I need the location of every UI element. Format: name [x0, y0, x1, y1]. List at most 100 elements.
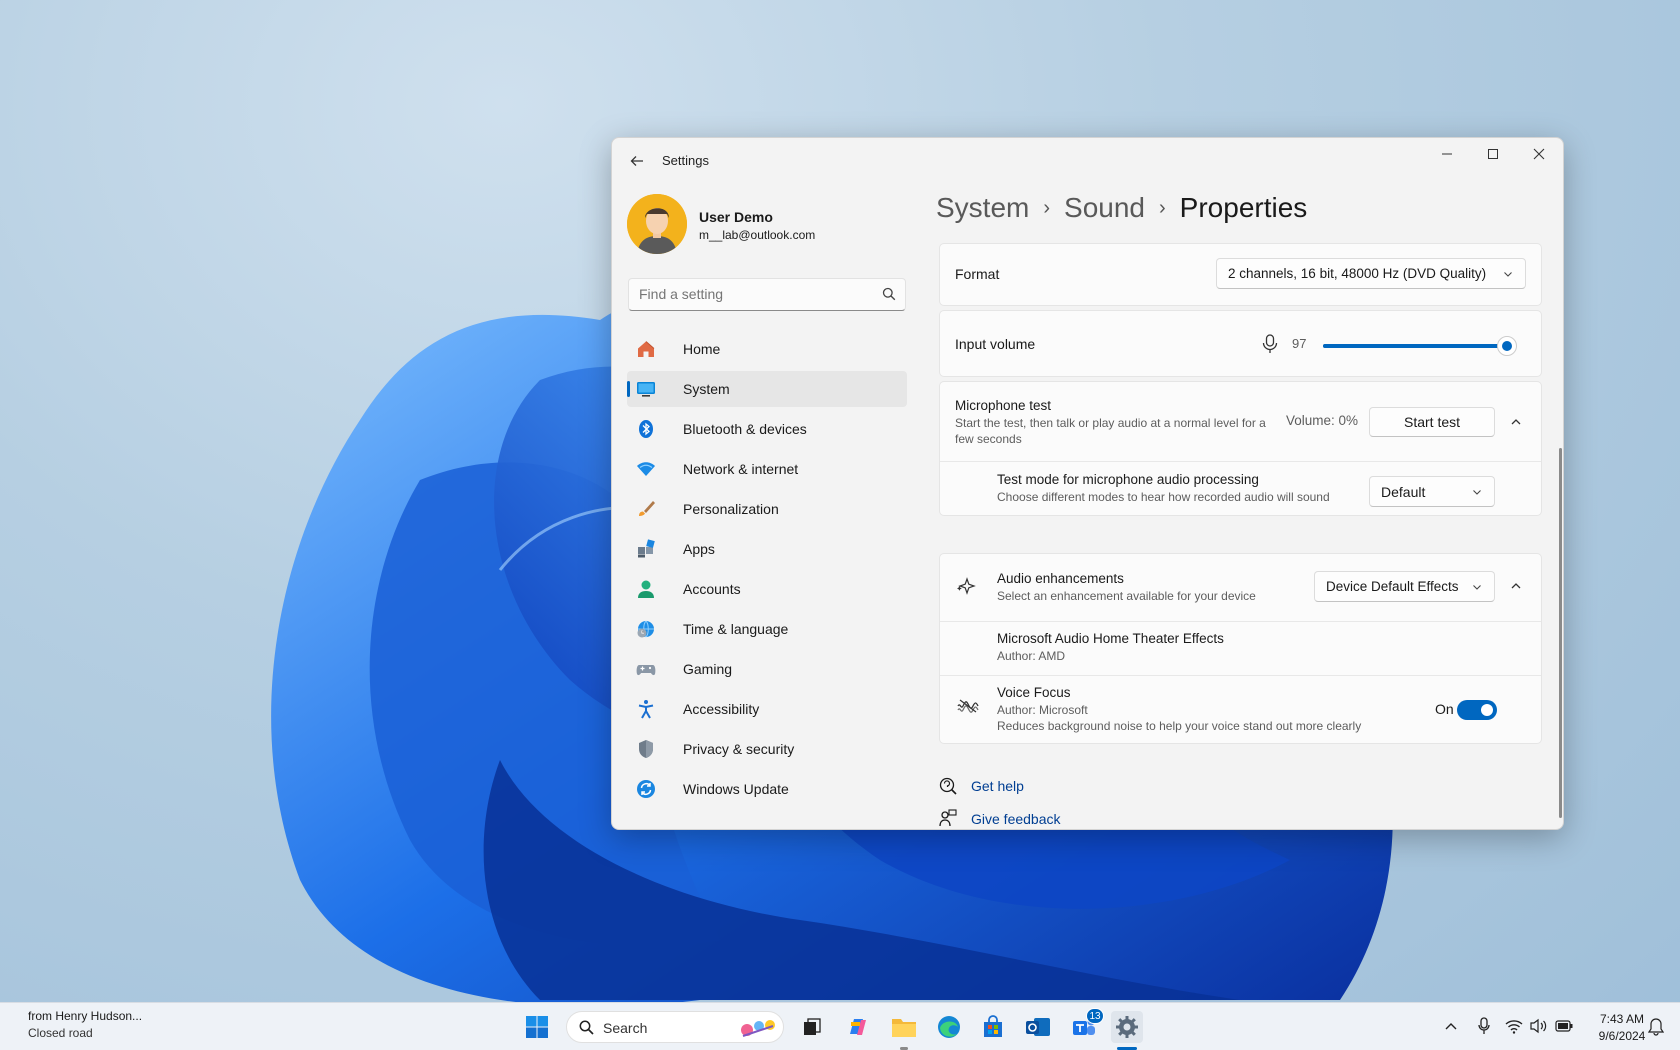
wifi-icon — [636, 459, 656, 479]
folder-icon — [892, 1019, 916, 1037]
store-button[interactable] — [977, 1011, 1009, 1043]
back-button[interactable] — [624, 148, 650, 174]
sidebar-item-privacy[interactable]: Privacy & security — [627, 731, 907, 767]
accessibility-icon — [636, 699, 656, 719]
search-highlight-icon — [741, 1020, 775, 1037]
microphone-tray-icon[interactable] — [1478, 1017, 1490, 1035]
sidebar-item-label: Windows Update — [683, 781, 789, 797]
format-dropdown[interactable]: 2 channels, 16 bit, 48000 Hz (DVD Qualit… — [1216, 258, 1526, 289]
divider — [940, 461, 1541, 462]
sidebar-item-windows-update[interactable]: Windows Update — [627, 771, 907, 807]
maximize-button[interactable] — [1470, 138, 1516, 170]
copilot-button[interactable] — [842, 1011, 874, 1043]
voice-focus-description: Reduces background noise to help your vo… — [997, 719, 1362, 733]
breadcrumb-sound[interactable]: Sound — [1064, 192, 1145, 224]
close-button[interactable] — [1516, 138, 1562, 170]
find-setting-search[interactable] — [628, 278, 906, 311]
sidebar-item-accounts[interactable]: Accounts — [627, 571, 907, 607]
effect-title: Microsoft Audio Home Theater Effects — [997, 631, 1224, 646]
format-value: 2 channels, 16 bit, 48000 Hz (DVD Qualit… — [1228, 266, 1487, 281]
microphone-icon — [1262, 334, 1278, 353]
battery-tray-icon[interactable] — [1555, 1020, 1573, 1032]
settings-taskbar-button[interactable] — [1111, 1011, 1143, 1043]
page-title: Properties — [1179, 192, 1308, 223]
task-view-icon — [804, 1018, 821, 1035]
format-label: Format — [955, 266, 1000, 282]
sidebar-item-system[interactable]: System — [627, 371, 907, 407]
sidebar-item-time-language[interactable]: Time & language — [627, 611, 907, 647]
content-scrollbar[interactable] — [1559, 448, 1562, 818]
task-view-button[interactable] — [796, 1011, 828, 1043]
gear-icon — [1116, 1016, 1138, 1038]
bluetooth-icon — [636, 419, 656, 439]
copilot-icon — [850, 1019, 866, 1035]
notification-bell-icon[interactable] — [1648, 1018, 1664, 1036]
feedback-icon — [939, 809, 957, 827]
app-title: Settings — [662, 153, 709, 168]
wifi-tray-icon[interactable] — [1505, 1018, 1523, 1034]
title-bar: Settings — [612, 138, 1563, 184]
chevron-down-icon — [1473, 584, 1481, 590]
sidebar-item-personalization[interactable]: Personalization — [627, 491, 907, 527]
mic-test-description: Start the test, then talk or play audio … — [955, 416, 1266, 446]
brush-icon — [636, 499, 656, 519]
sidebar-item-accessibility[interactable]: Accessibility — [627, 691, 907, 727]
outlook-button[interactable] — [1022, 1011, 1054, 1043]
breadcrumb-chevron-icon: › — [1159, 196, 1166, 219]
breadcrumb-system[interactable]: System — [936, 192, 1029, 224]
taskbar-search-label: Search — [603, 1020, 648, 1036]
search-input[interactable] — [639, 286, 869, 302]
sidebar-item-apps[interactable]: Apps — [627, 531, 907, 567]
mic-test-title: Microphone test — [955, 398, 1052, 413]
start-button[interactable] — [521, 1011, 553, 1043]
update-icon — [636, 779, 656, 799]
search-icon — [882, 287, 896, 301]
collapse-chevron-up-icon[interactable] — [1509, 415, 1523, 429]
start-test-button[interactable]: Start test — [1369, 407, 1495, 437]
search-icon — [579, 1020, 594, 1035]
sidebar-item-label: System — [683, 381, 730, 397]
chevron-up-icon[interactable] — [1444, 1020, 1458, 1034]
input-volume-slider[interactable] — [1323, 336, 1518, 356]
voice-focus-title: Voice Focus — [997, 685, 1071, 700]
chevron-down-icon — [1473, 489, 1481, 495]
file-explorer-button[interactable] — [888, 1011, 920, 1043]
system-icon — [636, 379, 656, 399]
slider-thumb[interactable] — [1497, 336, 1518, 356]
minimize-button[interactable] — [1424, 138, 1470, 170]
minimize-icon — [1442, 153, 1452, 155]
get-help-link[interactable]: Get help — [971, 778, 1024, 794]
voice-focus-author: Author: Microsoft — [997, 703, 1088, 717]
collapse-chevron-up-icon[interactable] — [1509, 579, 1523, 593]
outlook-icon — [1026, 1018, 1050, 1036]
enhancements-dropdown[interactable]: Device Default Effects — [1314, 571, 1495, 602]
weather-widget[interactable]: from Henry Hudson... Closed road — [28, 1009, 142, 1040]
accounts-icon — [636, 579, 656, 599]
input-volume-value: 97 — [1292, 336, 1307, 351]
sidebar-item-gaming[interactable]: Gaming — [627, 651, 907, 687]
give-feedback-link[interactable]: Give feedback — [971, 811, 1061, 827]
teams-badge: 13 — [1086, 1008, 1104, 1024]
test-mode-title: Test mode for microphone audio processin… — [997, 472, 1259, 487]
voice-focus-toggle[interactable] — [1457, 700, 1497, 720]
teams-button[interactable]: 13 — [1068, 1008, 1104, 1043]
close-icon — [1533, 148, 1545, 160]
shield-icon — [636, 739, 656, 759]
sidebar-item-bluetooth[interactable]: Bluetooth & devices — [627, 411, 907, 447]
sidebar-nav: Home System Bluetooth & devices Network … — [627, 331, 907, 811]
sidebar-item-network[interactable]: Network & internet — [627, 451, 907, 487]
home-icon — [636, 339, 656, 359]
breadcrumb: System › Sound › Properties — [936, 192, 1307, 224]
widget-line2: Closed road — [28, 1026, 93, 1040]
sidebar-item-label: Time & language — [683, 621, 789, 637]
sidebar-item-label: Apps — [683, 541, 715, 557]
microphone-test-card: Microphone test Start the test, then tal… — [939, 381, 1542, 516]
user-profile[interactable]: User Demo m__lab@outlook.com — [627, 194, 907, 258]
taskbar-search[interactable]: Search — [566, 1011, 784, 1043]
sidebar-item-home[interactable]: Home — [627, 331, 907, 367]
edge-button[interactable] — [933, 1011, 965, 1043]
sidebar-item-label: Bluetooth & devices — [683, 421, 807, 437]
test-mode-dropdown[interactable]: Default — [1369, 476, 1495, 507]
speaker-tray-icon[interactable] — [1530, 1018, 1548, 1034]
apps-icon — [636, 539, 656, 559]
